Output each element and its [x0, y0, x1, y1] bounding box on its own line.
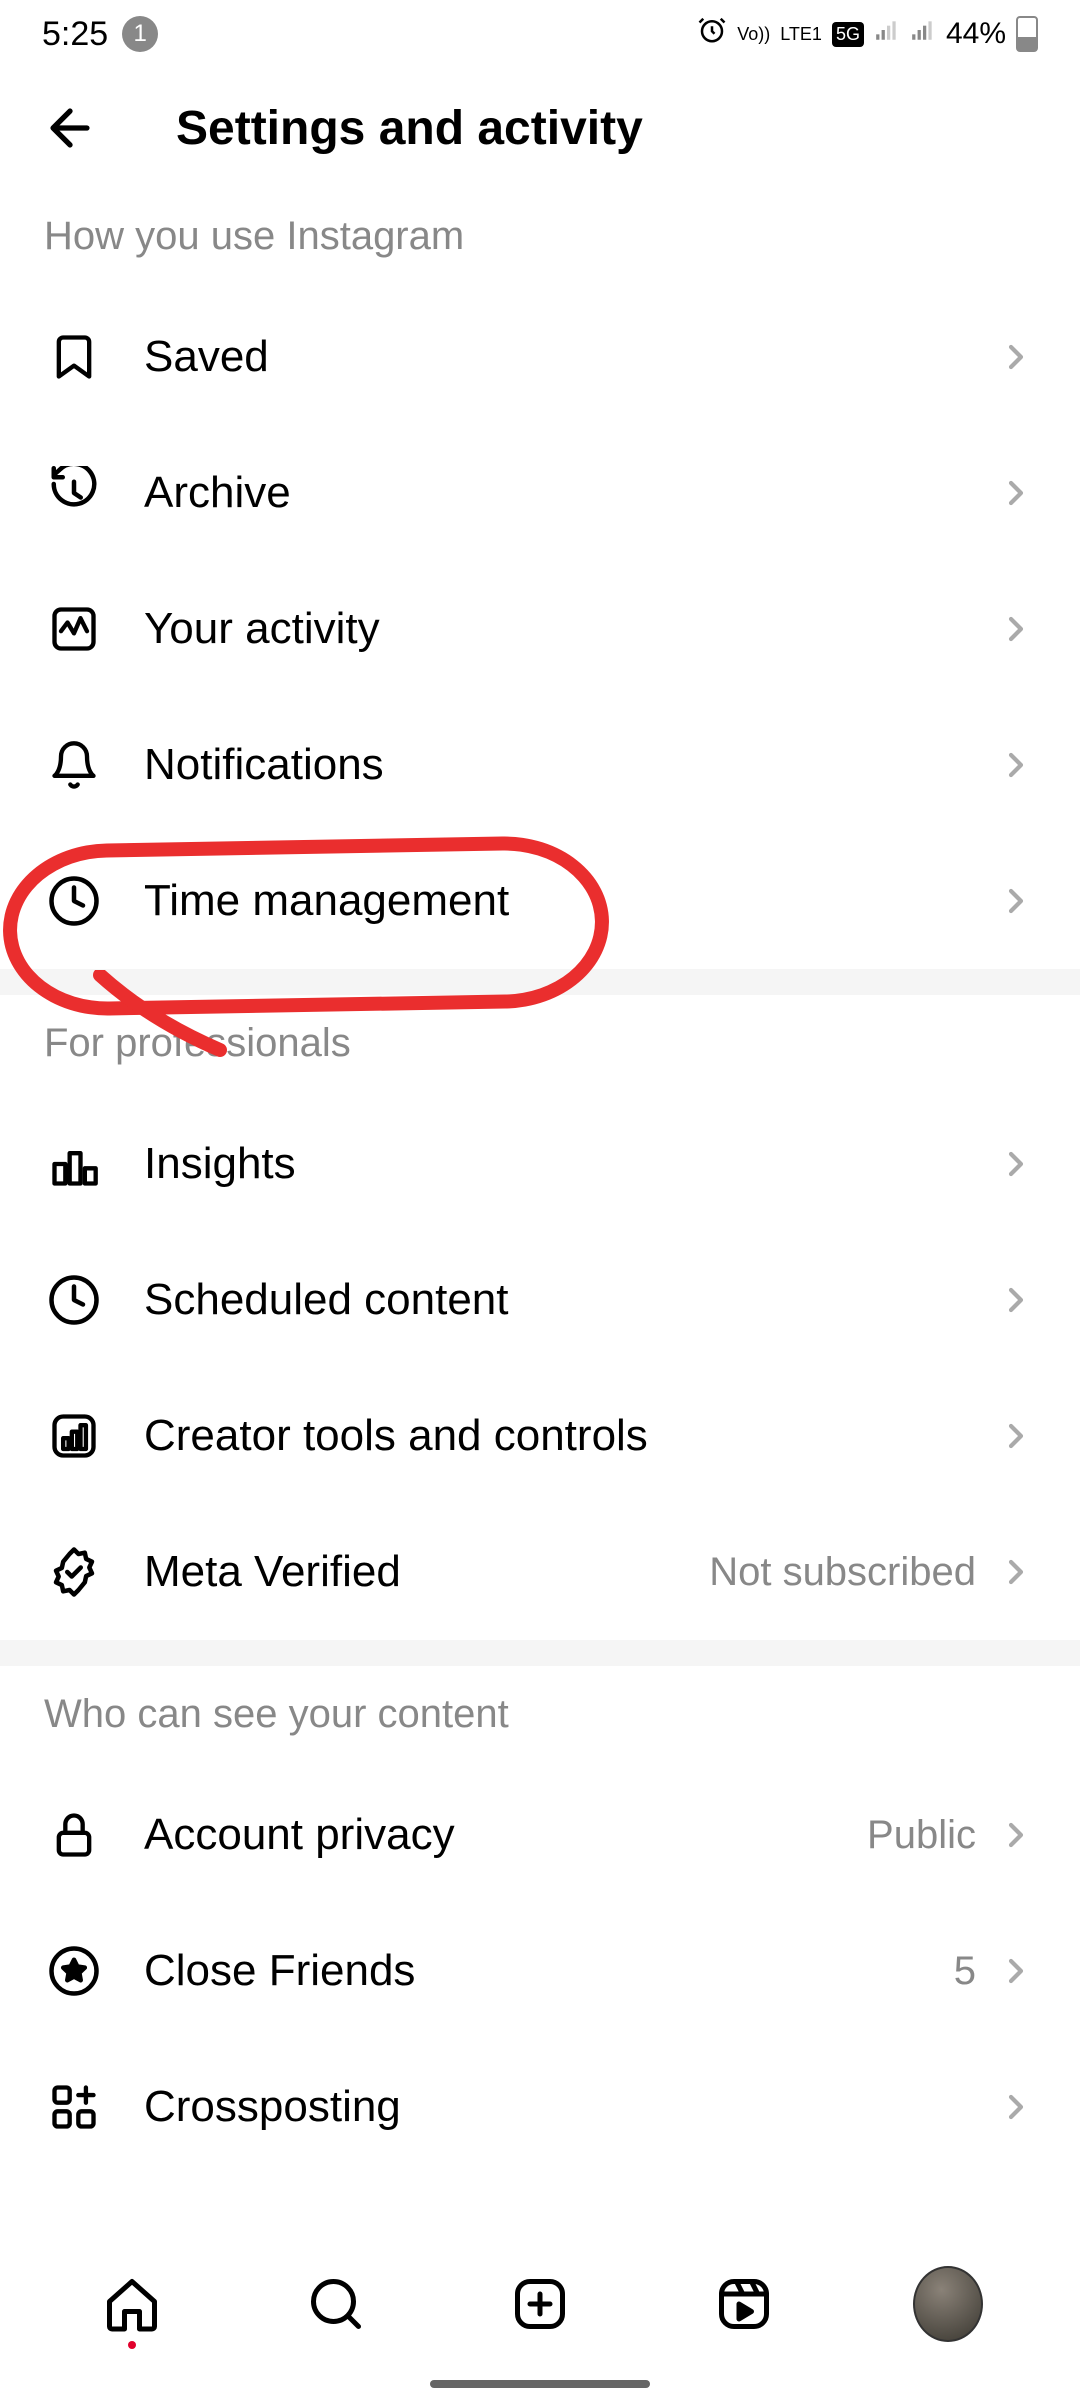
chevron-right-icon	[996, 2087, 1036, 2127]
signal-icon-2	[910, 17, 936, 51]
status-time: 5:25	[42, 15, 108, 54]
row-insights[interactable]: Insights	[0, 1096, 1080, 1232]
row-archive[interactable]: Archive	[0, 425, 1080, 561]
back-button[interactable]	[40, 98, 100, 158]
row-label: Archive	[144, 468, 996, 518]
annotation-tail	[90, 970, 230, 1060]
avatar	[913, 2266, 983, 2342]
lock-icon	[44, 1805, 104, 1865]
row-label: Notifications	[144, 740, 996, 790]
alarm-icon	[697, 15, 727, 53]
chevron-right-icon	[996, 609, 1036, 649]
row-label: Saved	[144, 332, 996, 382]
bookmark-icon	[44, 327, 104, 387]
home-indicator-bar	[430, 2380, 650, 2388]
volte-icon: Vo))	[737, 25, 770, 43]
creator-tools-icon	[44, 1406, 104, 1466]
row-time-management[interactable]: Time management	[0, 833, 1080, 969]
status-bar: 5:25 1 Vo)) LTE1 5G 44%	[0, 0, 1080, 68]
chevron-right-icon	[996, 337, 1036, 377]
clock-icon	[44, 1270, 104, 1330]
chevron-right-icon	[996, 1280, 1036, 1320]
archive-icon	[44, 463, 104, 523]
lte-label: LTE1	[780, 25, 822, 43]
row-creator-tools[interactable]: Creator tools and controls	[0, 1368, 1080, 1504]
row-label: Scheduled content	[144, 1275, 996, 1325]
row-scheduled-content[interactable]: Scheduled content	[0, 1232, 1080, 1368]
chevron-right-icon	[996, 473, 1036, 513]
row-label: Your activity	[144, 604, 996, 654]
row-value: 5	[954, 1949, 976, 1994]
home-indicator-dot	[128, 2341, 136, 2349]
nav-reels[interactable]	[709, 2269, 779, 2339]
bell-icon	[44, 735, 104, 795]
chevron-right-icon	[996, 1951, 1036, 1991]
battery-percent: 44%	[946, 17, 1006, 51]
verified-badge-icon	[44, 1542, 104, 1602]
signal-icon	[874, 17, 900, 51]
chevron-right-icon	[996, 1416, 1036, 1456]
chevron-right-icon	[996, 1552, 1036, 1592]
row-meta-verified[interactable]: Meta Verified Not subscribed	[0, 1504, 1080, 1640]
page-header: Settings and activity	[0, 68, 1080, 188]
chevron-right-icon	[996, 881, 1036, 921]
row-saved[interactable]: Saved	[0, 289, 1080, 425]
section-title-usage: How you use Instagram	[0, 188, 1080, 289]
row-label: Creator tools and controls	[144, 1411, 996, 1461]
row-label: Time management	[144, 876, 996, 926]
nav-search[interactable]	[301, 2269, 371, 2339]
page-title: Settings and activity	[176, 101, 643, 156]
crosspost-icon	[44, 2077, 104, 2137]
row-close-friends[interactable]: Close Friends 5	[0, 1903, 1080, 2039]
row-value: Public	[867, 1813, 976, 1858]
row-label: Account privacy	[144, 1810, 867, 1860]
chevron-right-icon	[996, 1144, 1036, 1184]
nav-home[interactable]	[97, 2269, 167, 2339]
row-label: Meta Verified	[144, 1547, 709, 1597]
row-value: Not subscribed	[709, 1550, 976, 1595]
row-label: Close Friends	[144, 1946, 954, 1996]
row-account-privacy[interactable]: Account privacy Public	[0, 1767, 1080, 1903]
nav-profile[interactable]	[913, 2269, 983, 2339]
insights-icon	[44, 1134, 104, 1194]
battery-icon	[1016, 16, 1038, 52]
chevron-right-icon	[996, 1815, 1036, 1855]
clock-icon	[44, 871, 104, 931]
star-circle-icon	[44, 1941, 104, 2001]
row-label: Insights	[144, 1139, 996, 1189]
section-title-privacy: Who can see your content	[0, 1666, 1080, 1767]
chevron-right-icon	[996, 745, 1036, 785]
nav-create[interactable]	[505, 2269, 575, 2339]
notification-count-badge: 1	[122, 16, 158, 52]
row-your-activity[interactable]: Your activity	[0, 561, 1080, 697]
bottom-nav	[0, 2240, 1080, 2408]
activity-icon	[44, 599, 104, 659]
row-label: Crossposting	[144, 2082, 996, 2132]
row-crossposting[interactable]: Crossposting	[0, 2039, 1080, 2175]
row-notifications[interactable]: Notifications	[0, 697, 1080, 833]
network-badge: 5G	[832, 22, 864, 47]
